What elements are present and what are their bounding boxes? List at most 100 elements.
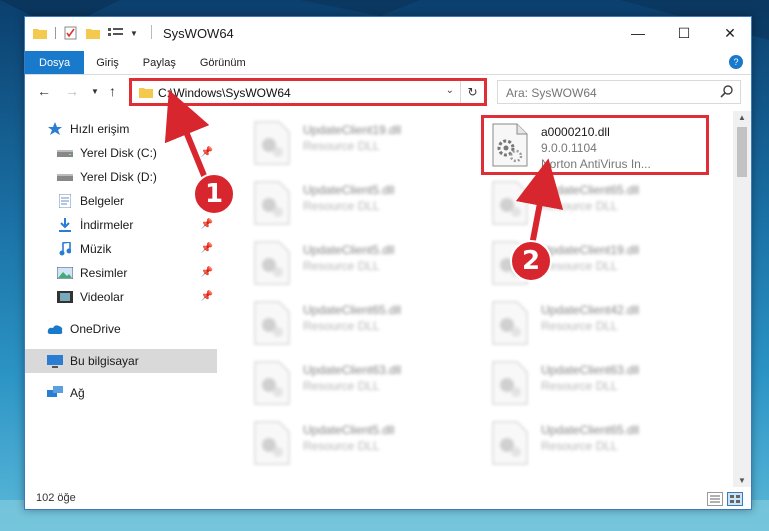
forward-arrow-icon[interactable]: →	[65, 83, 79, 99]
file-tile[interactable]: UpdateClient63.dll Resource DLL	[479, 357, 699, 411]
sidebar-item-pictures[interactable]: Resimler 📌	[25, 261, 217, 285]
network-icon	[47, 386, 63, 400]
sidebar-item-this-pc[interactable]: Bu bilgisayar	[25, 349, 217, 373]
search-box[interactable]	[497, 80, 741, 104]
pin-icon[interactable]: 📌	[201, 291, 213, 302]
file-name: UpdateClient65.dll	[541, 183, 640, 197]
file-tile[interactable]: UpdateClient5.dll Resource DLL	[241, 417, 461, 471]
close-button[interactable]: ✕	[707, 17, 753, 49]
file-description: Resource DLL	[541, 199, 618, 213]
search-icon[interactable]	[720, 84, 734, 98]
dll-file-icon	[254, 301, 290, 345]
file-tile[interactable]: UpdateClient19.dll Resource DLL	[241, 117, 461, 171]
download-icon	[57, 218, 73, 232]
sidebar-item-videos[interactable]: Videolar 📌	[25, 285, 217, 309]
recent-locations-icon[interactable]: ▼	[91, 87, 99, 96]
details-view-icon[interactable]	[707, 492, 723, 506]
file-description: Resource DLL	[541, 439, 618, 453]
sidebar-item-local-disk-d[interactable]: Yerel Disk (D:)	[25, 165, 217, 189]
file-description: Resource DLL	[303, 439, 380, 453]
dll-file-icon	[492, 361, 528, 405]
file-description: Resource DLL	[541, 259, 618, 273]
sidebar-item-label: Yerel Disk (D:)	[80, 170, 157, 184]
pictures-icon	[57, 266, 73, 280]
file-tile[interactable]: UpdateClient65.dll Resource DLL	[241, 297, 461, 351]
sidebar-item-label: Videolar	[80, 290, 124, 304]
sidebar-item-music[interactable]: Müzik 📌	[25, 237, 217, 261]
callout-badge-1: 1	[193, 173, 235, 215]
search-input[interactable]	[506, 85, 706, 101]
tab-view[interactable]: Görünüm	[188, 51, 258, 74]
file-name: UpdateClient63.dll	[541, 363, 640, 377]
file-tile[interactable]: UpdateClient42.dll Resource DLL	[479, 297, 699, 351]
tab-home[interactable]: Giriş	[84, 51, 131, 74]
maximize-button[interactable]: ☐	[661, 17, 707, 49]
scrollbar-thumb[interactable]	[737, 127, 747, 177]
annotation-address-box	[129, 78, 487, 106]
pin-icon[interactable]: 📌	[201, 243, 213, 254]
sidebar-item-label: Bu bilgisayar	[70, 354, 139, 368]
window-title: SysWOW64	[163, 26, 234, 41]
annotation-file-box	[481, 115, 709, 175]
explorer-window: ▼ SysWOW64 — ☐ ✕ Dosya Giriş Paylaş Görü…	[24, 16, 752, 510]
scroll-up-icon[interactable]: ▲	[733, 113, 751, 122]
sidebar-item-downloads[interactable]: İndirmeler 📌	[25, 213, 217, 237]
pin-icon[interactable]: 📌	[201, 147, 213, 158]
file-name: UpdateClient19.dll	[541, 243, 640, 257]
computer-icon	[47, 354, 63, 368]
dll-file-icon	[254, 121, 290, 165]
back-arrow-icon[interactable]: ←	[37, 83, 51, 99]
file-description: Resource DLL	[303, 319, 380, 333]
file-tile[interactable]: UpdateClient5.dll Resource DLL	[241, 177, 461, 231]
sidebar-item-onedrive[interactable]: OneDrive	[25, 317, 217, 341]
dll-file-icon	[254, 241, 290, 285]
music-icon	[57, 242, 73, 256]
file-tile[interactable]: UpdateClient63.dll Resource DLL	[241, 357, 461, 411]
file-name: UpdateClient65.dll	[303, 303, 402, 317]
sidebar-item-documents[interactable]: Belgeler 📌	[25, 189, 217, 213]
file-tile[interactable]: UpdateClient65.dll Resource DLL	[479, 177, 699, 231]
dll-file-icon	[254, 181, 290, 225]
tab-share[interactable]: Paylaş	[131, 51, 188, 74]
pin-icon[interactable]: 📌	[201, 267, 213, 278]
dll-file-icon	[254, 421, 290, 465]
file-description: Resource DLL	[303, 139, 380, 153]
customize-toolbar-icon[interactable]: ▼	[130, 29, 138, 38]
sidebar-item-quick-access[interactable]: Hızlı erişim	[25, 117, 217, 141]
new-folder-icon[interactable]	[86, 27, 100, 39]
video-icon	[57, 290, 73, 304]
dll-file-icon	[492, 181, 528, 225]
document-icon	[57, 194, 73, 208]
properties-icon[interactable]	[64, 26, 78, 40]
file-description: Resource DLL	[541, 379, 618, 393]
separator	[55, 27, 56, 39]
view-options-icon[interactable]	[108, 27, 124, 39]
help-icon[interactable]: ?	[729, 55, 743, 69]
dll-file-icon	[492, 301, 528, 345]
separator	[151, 25, 152, 39]
quick-access-toolbar: ▼	[33, 25, 138, 41]
pin-icon[interactable]: 📌	[201, 219, 213, 230]
file-name: UpdateClient5.dll	[303, 423, 395, 437]
cloud-icon	[47, 322, 63, 336]
file-description: Resource DLL	[303, 199, 380, 213]
minimize-button[interactable]: —	[615, 17, 661, 49]
tab-file[interactable]: Dosya	[25, 51, 85, 74]
dll-file-icon	[254, 361, 290, 405]
up-arrow-icon[interactable]: ↑	[109, 83, 116, 99]
file-name: UpdateClient65.dll	[541, 423, 640, 437]
file-tile[interactable]: UpdateClient5.dll Resource DLL	[241, 237, 461, 291]
vertical-scrollbar[interactable]: ▲ ▼	[733, 111, 751, 487]
ribbon-tabs: Dosya Giriş Paylaş Görünüm	[25, 51, 751, 75]
navigation-pane: Hızlı erişim Yerel Disk (C:) 📌 Yerel Dis…	[25, 117, 219, 477]
sidebar-item-local-disk-c[interactable]: Yerel Disk (C:) 📌	[25, 141, 217, 165]
large-icons-view-icon[interactable]	[727, 492, 743, 506]
file-tile[interactable]: UpdateClient65.dll Resource DLL	[479, 417, 699, 471]
sidebar-item-network[interactable]: Ağ	[25, 381, 217, 405]
sidebar-item-label: OneDrive	[70, 322, 121, 336]
star-icon	[47, 122, 63, 136]
sidebar-item-label: Hızlı erişim	[70, 122, 130, 136]
scroll-down-icon[interactable]: ▼	[733, 476, 751, 485]
file-description: Resource DLL	[303, 379, 380, 393]
sidebar-item-label: Yerel Disk (C:)	[80, 146, 157, 160]
